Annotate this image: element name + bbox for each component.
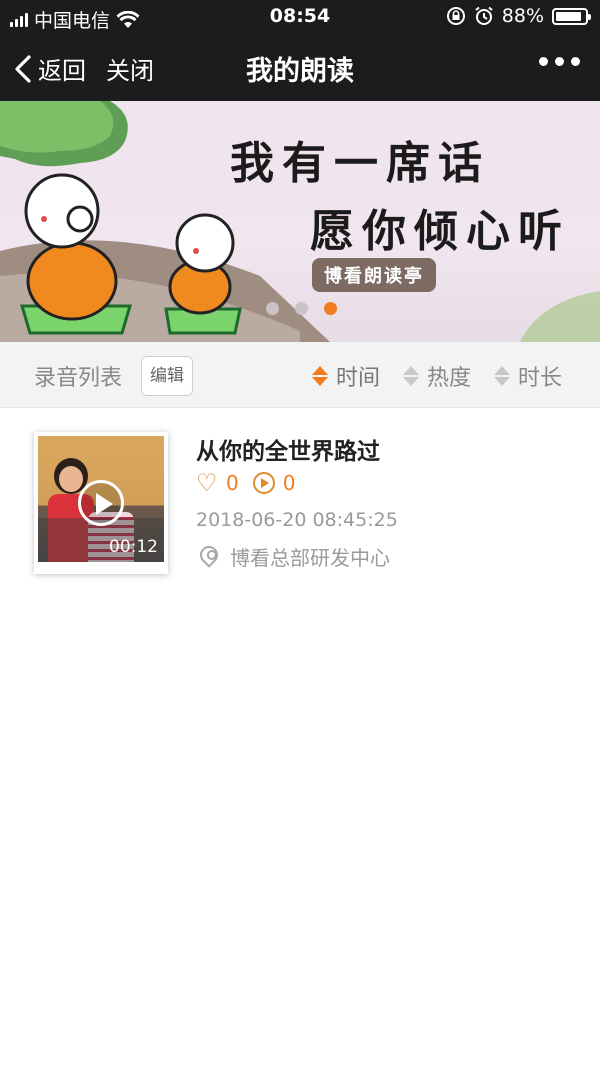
recording-list-item[interactable]: 00:12 从你的全世界路过 0 0 2018-06-20 08:45:25 博… xyxy=(0,408,600,578)
sort-arrows-icon xyxy=(494,366,510,386)
chevron-left-icon xyxy=(15,54,31,83)
recording-location: 博看总部研发中心 xyxy=(196,541,390,571)
alarm-icon xyxy=(475,6,493,25)
sort-by-popularity-button[interactable]: 热度 xyxy=(403,360,471,392)
banner-carousel[interactable]: 我有一席话 愿你倾心听 博看朗读亭 xyxy=(0,101,600,342)
recording-title: 从你的全世界路过 xyxy=(196,439,380,465)
recording-thumbnail[interactable]: 00:12 xyxy=(34,432,168,574)
recording-stats: 0 0 xyxy=(196,469,296,497)
play-icon[interactable] xyxy=(78,480,124,526)
recording-duration: 00:12 xyxy=(109,537,158,557)
nav-bar: 返回 关闭 我的朗读 xyxy=(0,33,600,101)
page-title: 我的朗读 xyxy=(246,56,354,87)
sort-by-time-button[interactable]: 时间 xyxy=(312,360,380,392)
banner-line1: 我有一席话 xyxy=(230,138,490,189)
banner-line2: 愿你倾心听 xyxy=(310,206,570,257)
edit-button[interactable]: 编辑 xyxy=(141,356,193,396)
more-dots-icon[interactable] xyxy=(539,57,580,66)
play-count-icon xyxy=(252,472,275,494)
status-right: 88% xyxy=(446,5,591,27)
sort-arrows-icon xyxy=(312,366,328,386)
sort-time-label: 时间 xyxy=(336,366,381,391)
battery-percent: 88% xyxy=(501,5,544,27)
back-label: 返回 xyxy=(38,57,86,85)
rotation-lock-icon xyxy=(446,7,465,25)
sort-arrows-icon xyxy=(403,366,419,386)
carousel-dot[interactable] xyxy=(295,302,308,315)
sort-heat-label: 热度 xyxy=(427,366,472,391)
back-button[interactable]: 返回 xyxy=(14,51,86,86)
thumbnail-image: 00:12 xyxy=(38,436,164,562)
sort-duration-label: 时长 xyxy=(518,366,563,391)
banner-text: 我有一席话 愿你倾心听 xyxy=(230,127,580,259)
status-bar: 中国电信 08:54 88% xyxy=(0,0,600,33)
close-button[interactable]: 关闭 xyxy=(106,51,154,86)
location-pin-icon xyxy=(196,541,222,568)
like-count: 0 xyxy=(226,471,239,495)
carousel-indicators xyxy=(266,302,337,315)
play-count: 0 xyxy=(282,471,296,495)
sort-by-duration-button[interactable]: 时长 xyxy=(494,360,562,392)
battery-icon xyxy=(552,7,591,25)
list-title: 录音列表 xyxy=(34,366,123,391)
recording-date: 2018-06-20 08:45:25 xyxy=(196,509,398,531)
location-label: 博看总部研发中心 xyxy=(230,546,390,570)
carousel-dot[interactable] xyxy=(266,302,279,315)
carousel-dot-active[interactable] xyxy=(324,302,337,315)
list-toolbar: 录音列表 编辑 时间 热度 时长 xyxy=(0,342,600,408)
heart-icon[interactable] xyxy=(196,469,218,497)
banner-stamp: 博看朗读亭 xyxy=(312,258,436,292)
